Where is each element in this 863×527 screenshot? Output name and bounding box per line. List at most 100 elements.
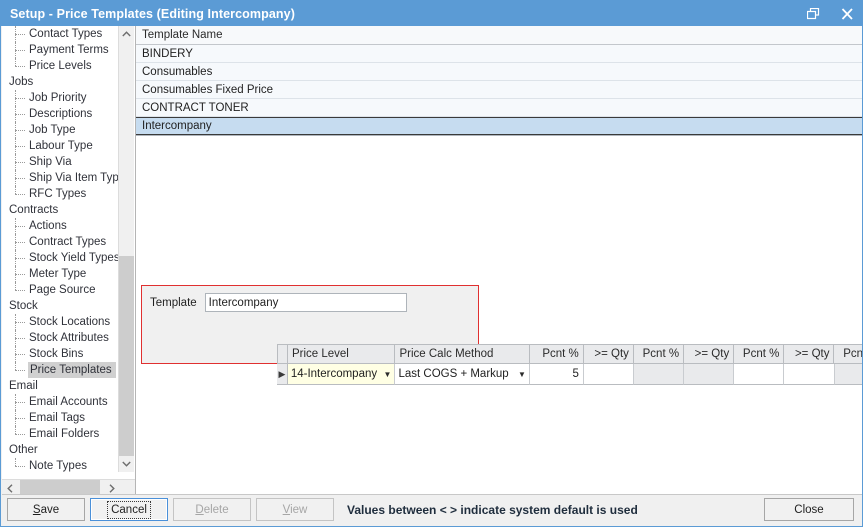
pcnt-1-cell[interactable]: 5 [530, 364, 584, 385]
price-calc-method-cell[interactable]: Last COGS + Markup▼ [395, 364, 529, 385]
grid-column-header[interactable]: >= Qty [784, 344, 834, 364]
tree-connector-icon [6, 314, 28, 330]
chevron-down-icon[interactable]: ▼ [512, 365, 526, 384]
tree-connector-icon [6, 330, 28, 346]
sidebar-item-rfc-types[interactable]: RFC Types [2, 186, 120, 202]
sidebar-item-label: Email Tags [28, 410, 85, 426]
template-name-list[interactable]: Template Name BINDERYConsumablesConsumab… [136, 26, 863, 136]
grid-column-header[interactable]: >= Qty [684, 344, 734, 364]
tree-connector-icon [6, 138, 28, 154]
list-item[interactable]: CONTRACT TONER [136, 99, 863, 117]
qty-1-cell[interactable] [584, 364, 634, 385]
template-name-cell: CONTRACT TONER [142, 102, 249, 114]
tree-connector-icon [6, 90, 28, 106]
sidebar-item-label: Email Folders [28, 426, 99, 442]
sidebar-item-label: Stock Yield Types [28, 250, 120, 266]
list-item[interactable]: Consumables [136, 63, 863, 81]
sidebar-item-ship-via[interactable]: Ship Via [2, 154, 120, 170]
sidebar-item-meter-type[interactable]: Meter Type [2, 266, 120, 282]
sidebar-item-stock-bins[interactable]: Stock Bins [2, 346, 120, 362]
sidebar-item-price-templates[interactable]: Price Templates [2, 362, 120, 378]
sidebar-item-contracts[interactable]: Contracts [2, 202, 120, 218]
sidebar-item-price-levels[interactable]: Price Levels [2, 58, 120, 74]
sidebar-item-note-types[interactable]: Note Types [2, 458, 120, 472]
grid-column-header[interactable]: >= Qty [584, 344, 634, 364]
sidebar-item-page-source[interactable]: Page Source [2, 282, 120, 298]
sidebar-item-stock-yield-types[interactable]: Stock Yield Types [2, 250, 120, 266]
navigation-tree[interactable]: Contact TypesPayment TermsPrice LevelsJo… [2, 26, 120, 472]
list-item[interactable]: Intercompany [136, 117, 863, 135]
sidebar-item-stock-locations[interactable]: Stock Locations [2, 314, 120, 330]
pcnt-3-cell[interactable] [734, 364, 784, 385]
chevron-down-icon[interactable] [119, 456, 134, 472]
sidebar-item-contact-types[interactable]: Contact Types [2, 26, 120, 42]
sidebar-item-job-priority[interactable]: Job Priority [2, 90, 120, 106]
sidebar-item-label: Meter Type [28, 266, 86, 282]
sidebar-item-other[interactable]: Other [2, 442, 120, 458]
title-bar: Setup - Price Templates (Editing Interco… [1, 1, 863, 26]
qty-3-cell[interactable] [784, 364, 834, 385]
action-bar: Save Cancel Delete View Values between <… [2, 494, 862, 525]
sidebar-item-label: Email [8, 378, 38, 394]
sidebar-item-contract-types[interactable]: Contract Types [2, 234, 120, 250]
save-button[interactable]: Save [7, 498, 85, 521]
sidebar-item-label: Labour Type [28, 138, 93, 154]
sidebar-item-email-folders[interactable]: Email Folders [2, 426, 120, 442]
sidebar-item-label: Job Type [28, 122, 75, 138]
delete-button[interactable]: Delete [173, 498, 251, 521]
tree-connector-icon [6, 266, 28, 282]
grid-column-header[interactable]: Pcnt % [834, 344, 863, 364]
sidebar-item-label: Contracts [8, 202, 58, 218]
sidebar-item-label: Stock Locations [28, 314, 110, 330]
sidebar-item-jobs[interactable]: Jobs [2, 74, 120, 90]
template-field-label: Template [150, 297, 197, 309]
view-button[interactable]: View [256, 498, 334, 521]
sidebar-item-label: Job Priority [28, 90, 87, 106]
grid-column-header[interactable]: Pcnt % [734, 344, 784, 364]
grid-column-header[interactable]: Price Calc Method [395, 344, 529, 364]
sidebar-item-labour-type[interactable]: Labour Type [2, 138, 120, 154]
pcnt-4-cell[interactable] [835, 364, 863, 385]
chevron-down-icon[interactable]: ▼ [378, 365, 392, 384]
sidebar-item-ship-via-item-types[interactable]: Ship Via Item Types [2, 170, 120, 186]
qty-2-cell[interactable] [684, 364, 734, 385]
table-row[interactable]: ▶14-Intercompany▼Last COGS + Markup▼5 [277, 364, 863, 384]
sidebar-item-actions[interactable]: Actions [2, 218, 120, 234]
price-level-grid: Price LevelPrice Calc MethodPcnt %>= Qty… [277, 344, 863, 386]
sidebar-item-stock-attributes[interactable]: Stock Attributes [2, 330, 120, 346]
sidebar-item-email[interactable]: Email [2, 378, 120, 394]
template-name-input[interactable] [205, 293, 407, 312]
delete-accel: D [195, 504, 203, 516]
save-button-label: ave [41, 504, 60, 516]
close-window-icon[interactable] [830, 1, 863, 26]
price-level-cell[interactable]: 14-Intercompany▼ [288, 364, 396, 385]
chevron-up-icon[interactable] [119, 26, 134, 42]
close-button[interactable]: Close [764, 498, 854, 521]
grid-column-header[interactable]: Price Level [288, 344, 396, 364]
view-accel: V [283, 504, 290, 516]
sidebar-item-job-type[interactable]: Job Type [2, 122, 120, 138]
save-accel: S [33, 504, 41, 516]
pcnt-2-cell[interactable] [634, 364, 684, 385]
list-item[interactable]: BINDERY [136, 45, 863, 63]
sidebar-item-stock[interactable]: Stock [2, 298, 120, 314]
sidebar-item-descriptions[interactable]: Descriptions [2, 106, 120, 122]
window-controls [796, 1, 863, 26]
sidebar-vertical-scrollbar[interactable] [118, 26, 134, 472]
setup-navigation-sidebar: Contact TypesPayment TermsPrice LevelsJo… [2, 26, 136, 496]
delete-button-label: elete [204, 504, 229, 516]
cancel-button[interactable]: Cancel [90, 498, 168, 521]
sidebar-scroll-thumb[interactable] [119, 256, 134, 456]
template-name-cell: BINDERY [142, 48, 193, 60]
restore-window-icon[interactable] [796, 1, 830, 26]
grid-column-header[interactable]: Pcnt % [634, 344, 684, 364]
grid-column-header[interactable]: Pcnt % [530, 344, 584, 364]
sidebar-item-email-accounts[interactable]: Email Accounts [2, 394, 120, 410]
list-item[interactable]: Consumables Fixed Price [136, 81, 863, 99]
sidebar-item-email-tags[interactable]: Email Tags [2, 410, 120, 426]
close-button-label: Close [794, 504, 823, 516]
sidebar-item-payment-terms[interactable]: Payment Terms [2, 42, 120, 58]
sidebar-item-label: Stock Attributes [28, 330, 109, 346]
tree-connector-icon [6, 346, 28, 362]
template-list-rows: BINDERY ConsumablesConsumables Fixed Pric… [136, 45, 863, 135]
